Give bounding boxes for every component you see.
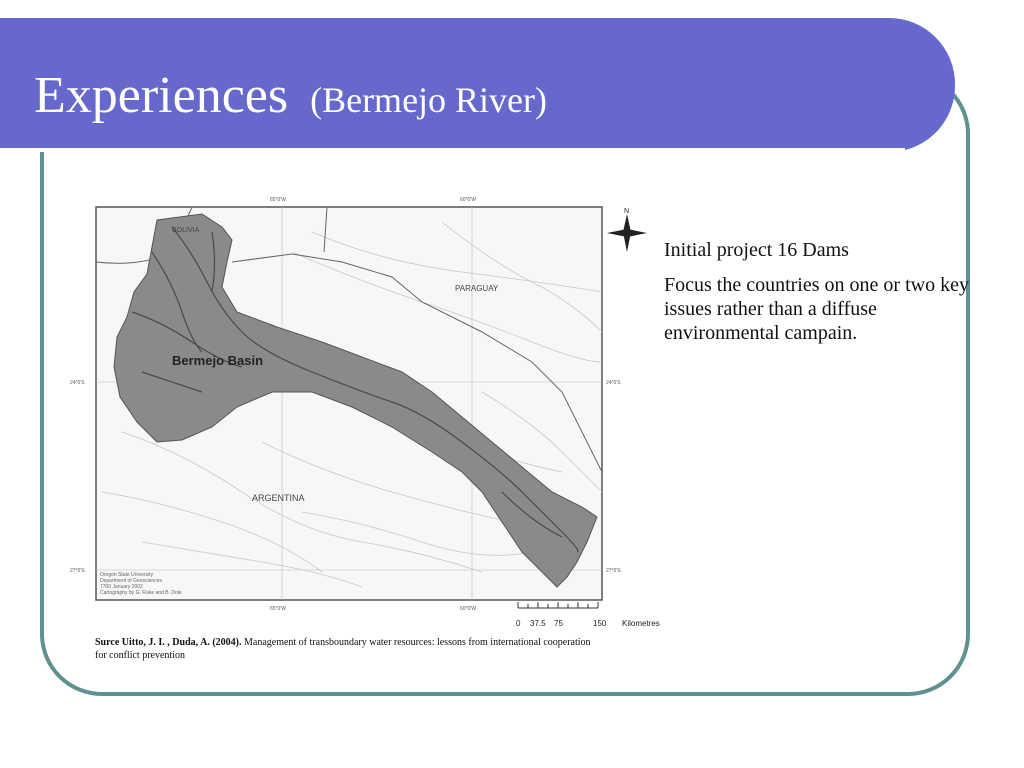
title-text: Experiences <box>34 67 289 124</box>
scale-tick-label: 75 <box>554 619 563 628</box>
slide-title: Experiences (Bermejo River) <box>34 66 547 130</box>
scale-tick-label: 0 <box>516 619 521 628</box>
citation-authors: Surce Uitto, J. I. , Duda, A. (2004). <box>95 637 242 648</box>
source-citation: Surce Uitto, J. I. , Duda, A. (2004). Ma… <box>95 636 595 662</box>
lat-label-right: 27°0'S <box>606 568 621 574</box>
bermejo-basin-map: Bermejo Basin BOLIVIA PARAGUAY ARGENTINA… <box>62 192 672 632</box>
lon-label-bottom: 65°0'W <box>270 606 286 612</box>
north-arrow-icon: N <box>607 208 647 252</box>
map-svg: Bermejo Basin BOLIVIA PARAGUAY ARGENTINA… <box>70 197 660 628</box>
north-label: N <box>624 208 629 215</box>
scale-bar: 0 37.5 75 150 Kilometres <box>516 602 660 628</box>
country-label-argentina: ARGENTINA <box>252 493 305 503</box>
lon-label-bottom: 60°0'W <box>460 606 476 612</box>
lat-label-right: 24°0'S <box>606 380 621 386</box>
bullet-item: Focus the countries on one or two key is… <box>664 274 969 344</box>
lon-label-top: 60°0'W <box>460 197 476 203</box>
lat-label-left: 27°0'S <box>70 568 85 574</box>
lon-label-top: 65°0'W <box>270 197 286 203</box>
credit-line: Cartography by G. Fiske and B. Dole <box>100 590 182 596</box>
basin-label: Bermejo Basin <box>172 353 263 368</box>
country-label-paraguay: PARAGUAY <box>455 284 499 293</box>
scale-tick-label: 37.5 <box>530 619 546 628</box>
lat-label-left: 24°0'S <box>70 380 85 386</box>
slide-subtitle: (Bermejo River) <box>310 80 548 120</box>
scale-tick-label: 150 <box>593 619 607 628</box>
bullet-list: Initial project 16 Dams Focus the countr… <box>664 238 984 356</box>
title-band: Experiences (Bermejo River) <box>0 18 955 152</box>
title-underline <box>0 148 905 152</box>
scale-unit: Kilometres <box>622 619 660 628</box>
country-label-bolivia: BOLIVIA <box>172 227 200 234</box>
bullet-item: Initial project 16 Dams <box>664 239 849 261</box>
